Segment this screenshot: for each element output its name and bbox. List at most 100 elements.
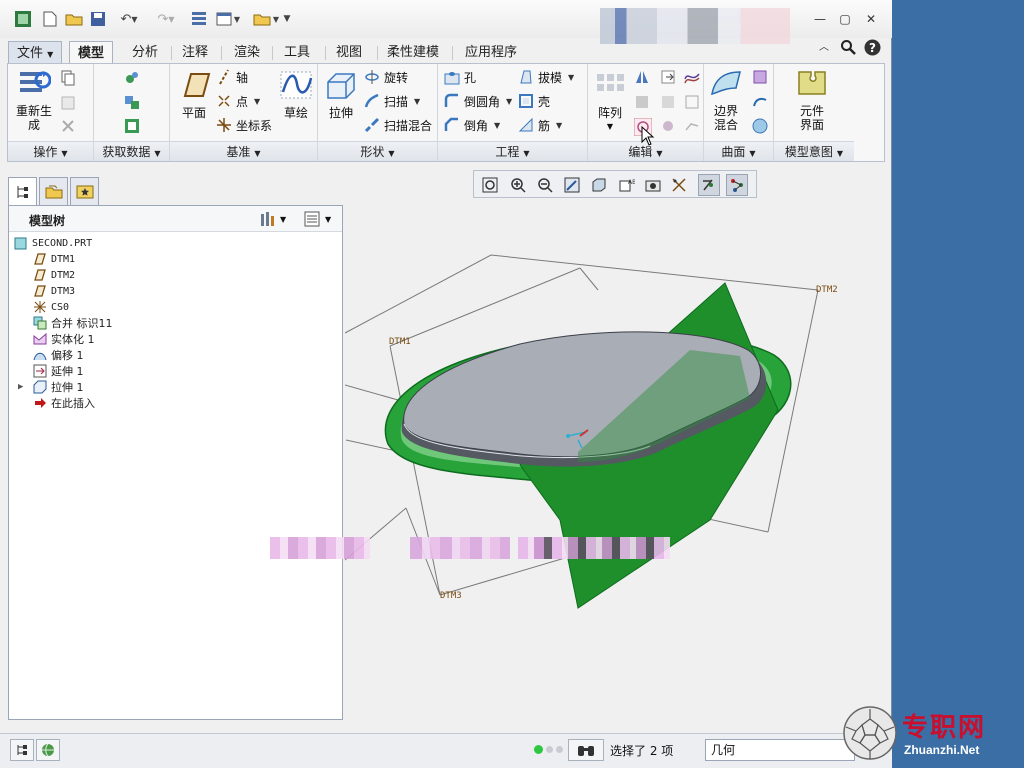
round-button[interactable]: 倒圆角 ▼ [444, 91, 512, 111]
save-icon[interactable] [88, 9, 108, 29]
tab-view[interactable]: 视图 [328, 41, 370, 64]
model-viewport[interactable]: DTM1 DTM2 DTM3 [345, 167, 885, 727]
project-icon[interactable] [684, 69, 700, 85]
component-interface-button[interactable]: 元件 界面 [790, 68, 834, 132]
label-dtm2[interactable]: DTM2 [816, 285, 838, 295]
tree-item-solidify[interactable]: 实体化 1 [33, 331, 95, 347]
chamfer-button[interactable]: 倒角 ▼ [444, 115, 500, 135]
datum-display-button[interactable] [669, 174, 691, 196]
boundary-blend-button[interactable]: 边界 混合 [706, 68, 746, 132]
point-button[interactable]: 点 ▼ [216, 91, 260, 111]
tree-item-merge[interactable]: 合并 标识11 [33, 315, 113, 331]
tree-item-offset[interactable]: 偏移 1 [33, 347, 84, 363]
tab-applications[interactable]: 应用程序 [457, 41, 525, 64]
regenerate-button[interactable]: 重新生 成 [12, 68, 56, 132]
trim-icon[interactable] [660, 94, 676, 110]
maximize-icon[interactable]: ▢ [836, 10, 854, 28]
tree-settings-button[interactable]: ▼ [259, 210, 289, 228]
toggle-browser-button[interactable] [36, 739, 60, 761]
repaint-button[interactable] [561, 174, 583, 196]
axis-button[interactable]: 轴 [216, 67, 248, 87]
group-shapes-label[interactable]: 形状 ▼ [318, 141, 437, 161]
zoom-in-button[interactable] [507, 174, 529, 196]
pattern-button[interactable]: 阵列 ▼ [592, 70, 628, 134]
delete-icon[interactable] [60, 118, 76, 134]
group-operations-label[interactable]: 操作 ▼ [8, 141, 93, 161]
new-file-icon[interactable] [40, 9, 60, 29]
spin-center-button[interactable] [698, 174, 720, 196]
tree-item-cs0[interactable]: CS0 [33, 299, 69, 315]
tab-folder-browser[interactable] [39, 177, 68, 205]
user-defined-feature-icon[interactable] [124, 70, 140, 86]
fill-icon[interactable] [752, 69, 768, 85]
paste-icon[interactable] [60, 94, 76, 110]
group-get-data-label[interactable]: 获取数据 ▼ [94, 141, 169, 161]
graphics-window[interactable]: DTM1 DTM2 DTM3 [345, 167, 885, 727]
group-engineering-label[interactable]: 工程 ▼ [438, 141, 587, 161]
refit-button[interactable] [479, 174, 501, 196]
tab-flexible-modeling[interactable]: 柔性建模 [379, 41, 447, 64]
freestyle-icon[interactable] [752, 118, 768, 134]
selection-filter[interactable]: 几何 [705, 739, 855, 761]
tab-model[interactable]: 模型 [69, 41, 114, 64]
tree-item-root[interactable]: SECOND.PRT [14, 235, 92, 251]
expand-arrow-icon[interactable]: ▶ [18, 382, 33, 392]
extend-icon[interactable] [660, 69, 676, 85]
copy-icon[interactable] [60, 70, 76, 86]
copy-geometry-icon[interactable] [124, 94, 140, 110]
customize-toolbar-icon[interactable]: ▼ [280, 9, 294, 29]
close-icon[interactable]: ✕ [862, 10, 880, 28]
swept-blend-button[interactable]: 扫描混合 [364, 115, 432, 135]
shell-button[interactable]: 壳 [518, 91, 550, 111]
zoom-out-button[interactable] [534, 174, 556, 196]
minimize-icon[interactable]: — [811, 10, 829, 28]
regenerate-icon[interactable] [188, 9, 210, 29]
draft-button[interactable]: 拔模 ▼ [518, 67, 574, 87]
tree-item-extend[interactable]: 延伸 1 [33, 363, 84, 379]
saved-views-button[interactable]: AB [615, 174, 637, 196]
view-manager-button[interactable] [642, 174, 664, 196]
help-icon[interactable]: ? [863, 39, 881, 57]
label-dtm3[interactable]: DTM3 [440, 591, 462, 601]
tab-file[interactable]: 文件 ▼ [8, 41, 63, 64]
thicken-icon[interactable] [684, 94, 700, 110]
csys-button[interactable]: 坐标系 [216, 115, 272, 135]
rib-button[interactable]: 筋 ▼ [518, 115, 562, 135]
close-window-folder-icon[interactable]: ▼ [250, 9, 282, 29]
merge-icon[interactable] [634, 94, 650, 110]
windows-icon[interactable]: ▼ [213, 9, 243, 29]
extrude-button[interactable]: 拉伸 [322, 70, 360, 120]
group-datum-label[interactable]: 基准 ▼ [170, 141, 317, 161]
redo-icon[interactable]: ↷ ▼ [150, 9, 182, 29]
tab-model-tree[interactable] [8, 177, 37, 205]
style-icon[interactable] [752, 94, 768, 110]
tab-favorites[interactable] [70, 177, 99, 205]
sketch-button[interactable]: 草绘 [278, 70, 314, 120]
tree-show-button[interactable]: ▼ [304, 210, 340, 228]
shrinkwrap-icon[interactable] [124, 118, 140, 134]
tab-analysis[interactable]: 分析 [124, 41, 166, 64]
plane-button[interactable]: 平面 [174, 70, 214, 120]
group-surfaces-label[interactable]: 曲面 ▼ [704, 141, 773, 161]
find-button[interactable] [568, 739, 604, 761]
tree-item-insert-here[interactable]: 在此插入 [33, 395, 95, 411]
solidify-icon[interactable] [684, 118, 700, 134]
undo-icon[interactable]: ↶ ▼ [113, 9, 145, 29]
label-dtm1[interactable]: DTM1 [389, 337, 411, 347]
annotation-display-button[interactable] [726, 174, 748, 196]
collapse-ribbon-icon[interactable]: ︿ [815, 39, 833, 57]
revolve-button[interactable]: 旋转 [364, 67, 408, 87]
tab-tools[interactable]: 工具 [276, 41, 318, 64]
hole-button[interactable]: 孔 [444, 67, 476, 87]
open-folder-icon[interactable] [64, 9, 84, 29]
intersect-icon[interactable] [660, 118, 676, 134]
tab-render[interactable]: 渲染 [226, 41, 268, 64]
tree-item-extrude[interactable]: ▶ 拉伸 1 [18, 379, 84, 395]
tree-item-dtm1[interactable]: DTM1 [33, 251, 75, 267]
display-style-button[interactable] [588, 174, 610, 196]
mirror-icon[interactable] [634, 69, 650, 85]
tree-item-dtm3[interactable]: DTM3 [33, 283, 75, 299]
sweep-button[interactable]: 扫描 ▼ [364, 91, 420, 111]
group-model-intent-label[interactable]: 模型意图 ▼ [774, 141, 854, 161]
tree-item-dtm2[interactable]: DTM2 [33, 267, 75, 283]
